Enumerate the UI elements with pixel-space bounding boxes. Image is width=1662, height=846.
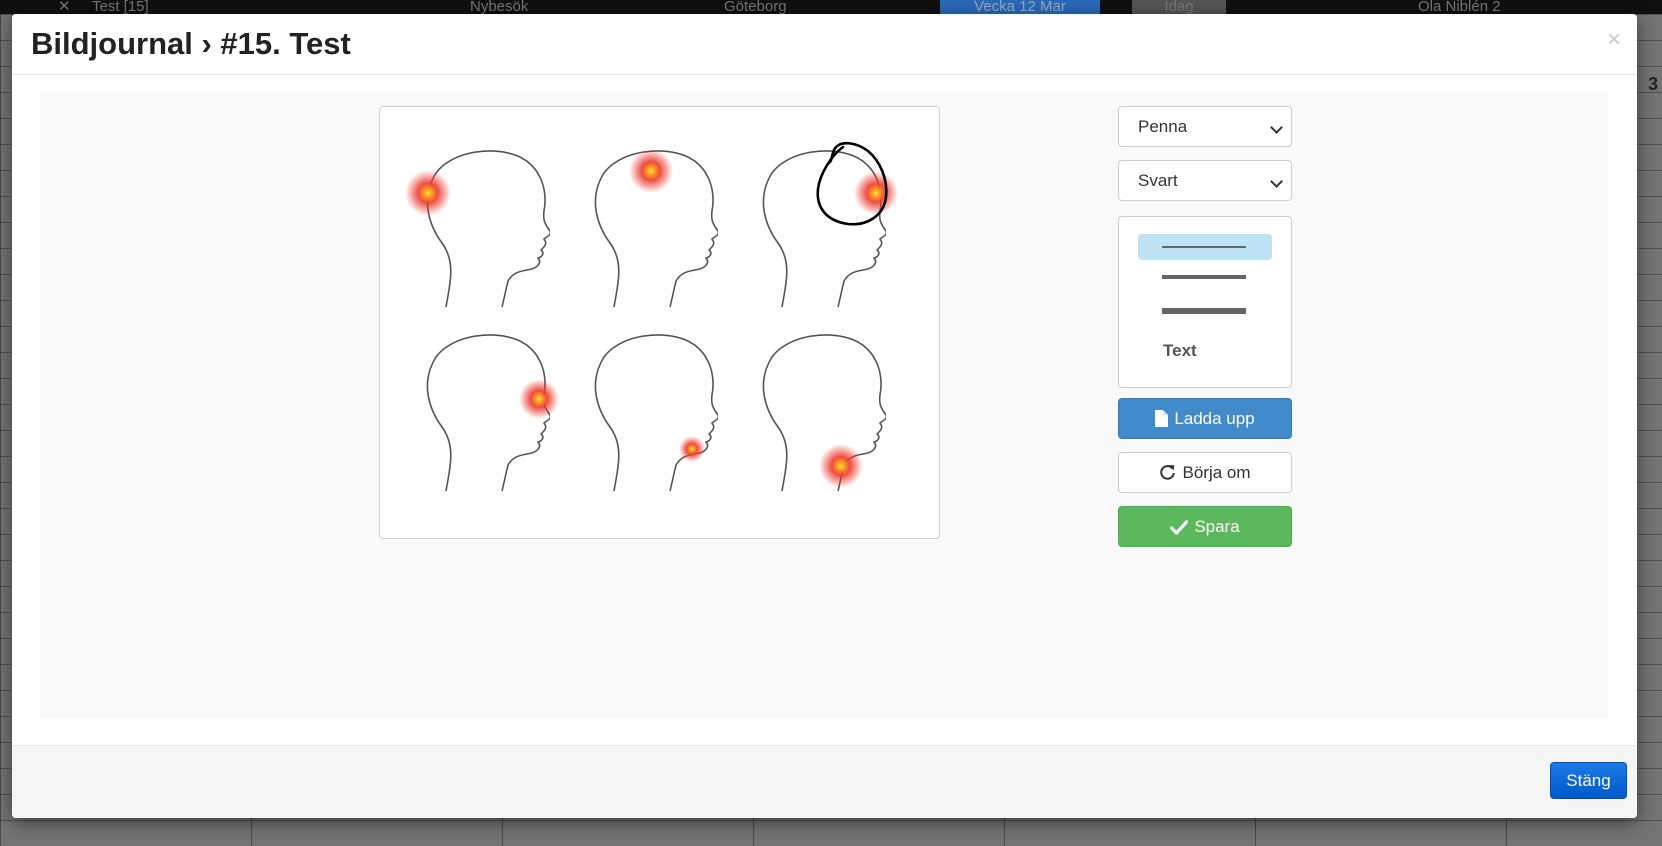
tool-select-value: Penna (1138, 117, 1188, 136)
pain-marker-chin (679, 436, 705, 462)
background-edge-number: 3 (1647, 74, 1658, 94)
pen-size-thick[interactable] (1138, 297, 1272, 323)
medium-line-icon (1162, 275, 1246, 279)
close-button[interactable]: Stäng (1550, 762, 1627, 799)
checkmark-icon (1170, 510, 1189, 549)
thin-line-icon (1162, 246, 1246, 248)
modal-body: Penna Svart Text Ladda upp Börja om Spar… (40, 93, 1608, 718)
background-close-icon: ✕ (58, 0, 71, 14)
close-icon[interactable]: × (1607, 28, 1621, 52)
pain-marker-back-of-head (405, 170, 451, 216)
reset-button-label: Börja om (1182, 463, 1251, 482)
modal-title: Bildjournal › #15. Test (31, 26, 351, 61)
text-tool-option[interactable]: Text (1163, 341, 1197, 361)
chevron-down-icon (1270, 121, 1283, 134)
head-profile-1 (426, 150, 550, 308)
pain-marker-top-of-head (629, 149, 673, 193)
background-today: Idag (1132, 0, 1226, 14)
background-tab: Test [15] (92, 0, 149, 14)
color-select-value: Svart (1138, 171, 1178, 190)
pen-size-medium[interactable] (1138, 264, 1272, 290)
save-button-label: Spara (1194, 517, 1240, 536)
pain-marker-forehead (854, 171, 898, 215)
save-button[interactable]: Spara (1118, 506, 1292, 547)
drawing-canvas[interactable] (379, 106, 940, 539)
upload-button[interactable]: Ladda upp (1118, 398, 1292, 439)
modal-footer: Stäng (12, 745, 1637, 818)
file-icon (1155, 402, 1169, 441)
background-user: Ola Niblén 2 (1418, 0, 1501, 14)
upload-button-label: Ladda upp (1174, 409, 1255, 428)
background-topbar: ✕ Test [15] Nybesök Göteborg Vecka 12 Ma… (0, 0, 1662, 14)
head-profiles-image[interactable] (380, 107, 939, 538)
refresh-icon (1159, 456, 1176, 495)
reset-button[interactable]: Börja om (1118, 452, 1292, 493)
tool-select[interactable]: Penna (1118, 106, 1292, 147)
thick-line-icon (1162, 308, 1246, 314)
color-select[interactable]: Svart (1118, 160, 1292, 201)
chevron-down-icon (1270, 175, 1283, 188)
head-profile-5 (594, 334, 718, 492)
background-menu-nybesok: Nybesök (470, 0, 529, 14)
modal-header: Bildjournal › #15. Test × (12, 14, 1637, 75)
pen-size-panel: Text (1118, 216, 1292, 388)
pain-marker-face (519, 379, 559, 419)
pen-size-thin[interactable] (1138, 234, 1272, 260)
pain-marker-jaw (819, 444, 863, 488)
image-journal-modal: Bildjournal › #15. Test × Penna Svart Te… (12, 14, 1637, 818)
background-week: Vecka 12 Mar (940, 0, 1100, 14)
background-menu-location: Göteborg (724, 0, 787, 14)
